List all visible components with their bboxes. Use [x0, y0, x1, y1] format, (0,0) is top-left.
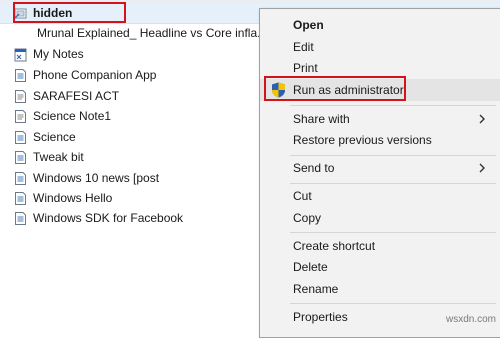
file-row[interactable]: My Notes	[14, 44, 259, 64]
text-file-icon	[14, 109, 27, 124]
menu-label: Restore previous versions	[293, 133, 432, 147]
blank-icon	[14, 26, 31, 41]
menu-item-run-as-administrator[interactable]: Run as administrator	[260, 79, 500, 101]
menu-label: Delete	[293, 260, 328, 274]
file-name: Science Note1	[33, 109, 112, 123]
folder-shortcut-icon	[14, 6, 27, 21]
document-icon	[14, 68, 27, 83]
uac-shield-icon	[271, 82, 286, 98]
menu-separator	[290, 155, 496, 156]
text-file-icon	[14, 89, 27, 104]
file-row[interactable]: Tweak bit	[14, 147, 259, 167]
file-name: Science	[33, 130, 76, 144]
menu-label: Share with	[293, 112, 350, 126]
document-icon	[14, 171, 27, 186]
notes-app-icon	[14, 47, 27, 62]
menu-item-create-shortcut[interactable]: Create shortcut	[260, 235, 500, 257]
file-name: Phone Companion App	[33, 68, 157, 82]
menu-label: Cut	[293, 189, 312, 203]
menu-item-delete[interactable]: Delete	[260, 256, 500, 278]
menu-label: Send to	[293, 161, 335, 175]
document-icon	[14, 130, 27, 145]
menu-separator	[290, 183, 496, 184]
menu-label: Edit	[293, 40, 314, 54]
menu-item-restore-previous-versions[interactable]: Restore previous versions	[260, 129, 500, 151]
file-name: Windows Hello	[33, 191, 113, 205]
file-row[interactable]: Windows 10 news [post	[14, 168, 259, 188]
chevron-right-icon	[477, 162, 487, 174]
document-icon	[14, 191, 27, 206]
menu-item-edit[interactable]: Edit	[260, 36, 500, 58]
file-row[interactable]: Windows SDK for Facebook	[14, 208, 259, 228]
file-row[interactable]: Windows Hello	[14, 188, 259, 208]
menu-item-send-to[interactable]: Send to	[260, 157, 500, 179]
file-row[interactable]: Science Note1	[14, 106, 259, 126]
menu-item-share-with[interactable]: Share with	[260, 108, 500, 130]
file-name: Windows 10 news [post	[33, 171, 160, 185]
menu-item-open[interactable]: Open	[260, 14, 500, 36]
document-icon	[14, 211, 27, 226]
context-menu: Open Edit Print Run as administrator Sha…	[259, 8, 500, 338]
file-name: Tweak bit	[33, 150, 84, 164]
file-row[interactable]: Phone Companion App	[14, 65, 259, 85]
menu-label: Rename	[293, 282, 339, 296]
menu-separator	[290, 105, 496, 106]
document-icon	[14, 150, 27, 165]
file-row[interactable]: Mrunal Explained_ Headline vs Core infla…	[14, 23, 267, 43]
menu-label: Run as administrator	[293, 83, 404, 97]
file-name: SARAFESI ACT	[33, 89, 120, 103]
file-name: My Notes	[33, 47, 84, 61]
menu-label: Open	[293, 18, 324, 32]
file-name: Windows SDK for Facebook	[33, 211, 184, 225]
menu-label: Copy	[293, 211, 322, 225]
menu-separator	[290, 303, 496, 304]
chevron-right-icon	[477, 113, 487, 125]
file-row[interactable]: SARAFESI ACT	[14, 86, 259, 106]
menu-item-rename[interactable]: Rename	[260, 278, 500, 300]
menu-label: Create shortcut	[293, 239, 376, 253]
file-name: hidden	[33, 6, 73, 20]
menu-separator	[290, 232, 496, 233]
watermark: wsxdn.com	[445, 314, 496, 325]
menu-item-print[interactable]: Print	[260, 57, 500, 79]
file-name: Mrunal Explained_ Headline vs Core infla…	[37, 26, 268, 40]
menu-label: Print	[293, 61, 318, 75]
menu-item-cut[interactable]: Cut	[260, 185, 500, 207]
file-row[interactable]: Science	[14, 127, 259, 147]
menu-label: Properties	[293, 310, 348, 324]
menu-item-copy[interactable]: Copy	[260, 207, 500, 229]
